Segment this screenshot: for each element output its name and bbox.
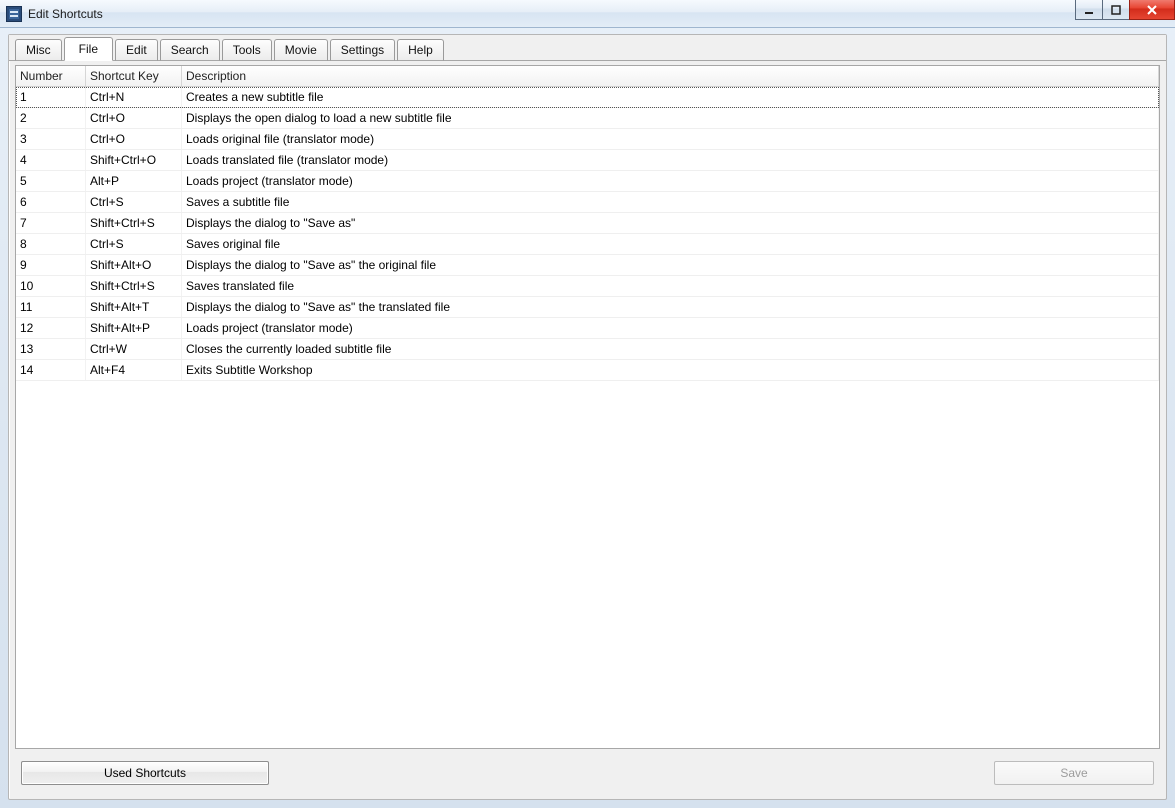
grid-header: Number Shortcut Key Description xyxy=(16,66,1159,87)
column-header-description[interactable]: Description xyxy=(182,66,1159,86)
cell-description: Displays the open dialog to load a new s… xyxy=(182,108,1159,128)
table-row[interactable]: 14Alt+F4Exits Subtitle Workshop xyxy=(16,360,1159,381)
used-shortcuts-button[interactable]: Used Shortcuts xyxy=(21,761,269,785)
cell-description: Loads original file (translator mode) xyxy=(182,129,1159,149)
cell-shortcut-key: Shift+Alt+T xyxy=(86,297,182,317)
cell-number: 14 xyxy=(16,360,86,380)
cell-number: 7 xyxy=(16,213,86,233)
cell-number: 10 xyxy=(16,276,86,296)
close-button[interactable] xyxy=(1129,0,1175,20)
tab-search[interactable]: Search xyxy=(160,39,220,61)
cell-shortcut-key: Shift+Ctrl+O xyxy=(86,150,182,170)
cell-shortcut-key: Shift+Ctrl+S xyxy=(86,213,182,233)
cell-shortcut-key: Ctrl+O xyxy=(86,129,182,149)
cell-shortcut-key: Shift+Ctrl+S xyxy=(86,276,182,296)
tab-settings[interactable]: Settings xyxy=(330,39,395,61)
cell-description: Loads translated file (translator mode) xyxy=(182,150,1159,170)
shortcuts-grid[interactable]: Number Shortcut Key Description 1Ctrl+NC… xyxy=(15,65,1160,749)
table-row[interactable]: 2Ctrl+ODisplays the open dialog to load … xyxy=(16,108,1159,129)
cell-shortcut-key: Shift+Alt+O xyxy=(86,255,182,275)
table-row[interactable]: 1Ctrl+NCreates a new subtitle file xyxy=(16,87,1159,108)
cell-number: 6 xyxy=(16,192,86,212)
cell-number: 4 xyxy=(16,150,86,170)
titlebar: Edit Shortcuts xyxy=(0,0,1175,28)
main-panel: MiscFileEditSearchToolsMovieSettingsHelp… xyxy=(8,34,1167,800)
cell-description: Creates a new subtitle file xyxy=(182,87,1159,107)
table-row[interactable]: 10Shift+Ctrl+SSaves translated file xyxy=(16,276,1159,297)
tab-tools[interactable]: Tools xyxy=(222,39,272,61)
cell-description: Loads project (translator mode) xyxy=(182,171,1159,191)
cell-number: 2 xyxy=(16,108,86,128)
client-area: MiscFileEditSearchToolsMovieSettingsHelp… xyxy=(0,28,1175,808)
cell-shortcut-key: Ctrl+S xyxy=(86,192,182,212)
app-icon xyxy=(6,6,22,22)
cell-number: 8 xyxy=(16,234,86,254)
cell-description: Closes the currently loaded subtitle fil… xyxy=(182,339,1159,359)
window-controls xyxy=(1076,0,1175,20)
bottom-bar: Used Shortcuts Save xyxy=(9,755,1166,799)
tab-misc[interactable]: Misc xyxy=(15,39,62,61)
cell-shortcut-key: Ctrl+N xyxy=(86,87,182,107)
cell-number: 1 xyxy=(16,87,86,107)
table-row[interactable]: 11Shift+Alt+TDisplays the dialog to "Sav… xyxy=(16,297,1159,318)
table-row[interactable]: 12Shift+Alt+PLoads project (translator m… xyxy=(16,318,1159,339)
window-title: Edit Shortcuts xyxy=(28,7,103,21)
tab-help[interactable]: Help xyxy=(397,39,444,61)
tab-movie[interactable]: Movie xyxy=(274,39,328,61)
table-row[interactable]: 6Ctrl+SSaves a subtitle file xyxy=(16,192,1159,213)
cell-shortcut-key: Shift+Alt+P xyxy=(86,318,182,338)
cell-description: Displays the dialog to "Save as" the ori… xyxy=(182,255,1159,275)
table-row[interactable]: 9Shift+Alt+ODisplays the dialog to "Save… xyxy=(16,255,1159,276)
cell-shortcut-key: Alt+P xyxy=(86,171,182,191)
tab-edit[interactable]: Edit xyxy=(115,39,158,61)
tab-file[interactable]: File xyxy=(64,37,113,61)
cell-description: Saves translated file xyxy=(182,276,1159,296)
column-header-key[interactable]: Shortcut Key xyxy=(86,66,182,86)
cell-description: Loads project (translator mode) xyxy=(182,318,1159,338)
cell-description: Exits Subtitle Workshop xyxy=(182,360,1159,380)
grid-body[interactable]: 1Ctrl+NCreates a new subtitle file2Ctrl+… xyxy=(16,87,1159,748)
cell-shortcut-key: Ctrl+S xyxy=(86,234,182,254)
save-button[interactable]: Save xyxy=(994,761,1154,785)
cell-description: Saves a subtitle file xyxy=(182,192,1159,212)
table-row[interactable]: 4Shift+Ctrl+OLoads translated file (tran… xyxy=(16,150,1159,171)
cell-number: 12 xyxy=(16,318,86,338)
cell-shortcut-key: Alt+F4 xyxy=(86,360,182,380)
cell-description: Displays the dialog to "Save as" the tra… xyxy=(182,297,1159,317)
table-row[interactable]: 5Alt+PLoads project (translator mode) xyxy=(16,171,1159,192)
minimize-button[interactable] xyxy=(1075,0,1103,20)
cell-number: 3 xyxy=(16,129,86,149)
cell-shortcut-key: Ctrl+W xyxy=(86,339,182,359)
tab-strip: MiscFileEditSearchToolsMovieSettingsHelp xyxy=(9,35,1166,61)
cell-description: Displays the dialog to "Save as" xyxy=(182,213,1159,233)
cell-shortcut-key: Ctrl+O xyxy=(86,108,182,128)
table-row[interactable]: 7Shift+Ctrl+SDisplays the dialog to "Sav… xyxy=(16,213,1159,234)
maximize-button[interactable] xyxy=(1102,0,1130,20)
table-row[interactable]: 13Ctrl+WCloses the currently loaded subt… xyxy=(16,339,1159,360)
column-header-number[interactable]: Number xyxy=(16,66,86,86)
cell-number: 5 xyxy=(16,171,86,191)
table-row[interactable]: 8Ctrl+SSaves original file xyxy=(16,234,1159,255)
cell-number: 11 xyxy=(16,297,86,317)
cell-description: Saves original file xyxy=(182,234,1159,254)
cell-number: 9 xyxy=(16,255,86,275)
table-row[interactable]: 3Ctrl+OLoads original file (translator m… xyxy=(16,129,1159,150)
cell-number: 13 xyxy=(16,339,86,359)
